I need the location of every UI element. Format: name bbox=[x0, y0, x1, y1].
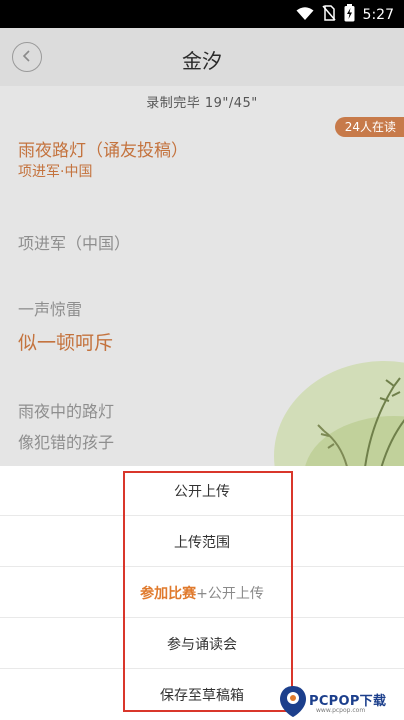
poem-line-current: 似一顿呵斥 bbox=[18, 332, 114, 354]
watermark-url: www.pcpop.com bbox=[316, 707, 366, 714]
status-time: 5:27 bbox=[362, 7, 394, 23]
option-label: 公开上传 bbox=[174, 483, 230, 500]
recording-status: 录制完毕 19"/45" bbox=[146, 96, 258, 111]
option-label-accent: 参加比赛 bbox=[140, 585, 197, 602]
option-label: 参与诵读会 bbox=[167, 636, 237, 653]
no-sim-icon bbox=[321, 5, 336, 25]
readers-badge: 24人在读 bbox=[334, 117, 404, 137]
upload-scope-option[interactable]: 上传范围 bbox=[0, 517, 404, 567]
status-bar: 5:27 bbox=[0, 0, 404, 28]
public-upload-option[interactable]: 公开上传 bbox=[0, 466, 404, 516]
wifi-icon bbox=[296, 6, 314, 25]
plant-illustration bbox=[274, 361, 404, 466]
battery-charging-icon bbox=[344, 4, 355, 26]
poem-title: 雨夜路灯（诵友投稿） bbox=[18, 141, 188, 161]
option-label: 上传范围 bbox=[174, 534, 230, 551]
poem-line: 项进军（中国） bbox=[18, 234, 131, 253]
poem-line: 像犯错的孩子 bbox=[18, 433, 115, 452]
option-label-rest: +公开上传 bbox=[196, 585, 264, 602]
poem-author: 项进军·中国 bbox=[18, 164, 93, 180]
option-label: 保存至草稿箱 bbox=[160, 688, 244, 704]
screen: 5:27 金汐 录制完毕 19"/45" 24人在读 雨夜路灯（诵友投稿） 项进… bbox=[0, 0, 404, 720]
pcpop-watermark: PCPOP下载 www.pcpop.com bbox=[276, 682, 404, 720]
pcpop-logo-icon bbox=[280, 686, 306, 717]
join-reading-event-option[interactable]: 参与诵读会 bbox=[0, 619, 404, 669]
reading-screen: 金汐 录制完毕 19"/45" 24人在读 雨夜路灯（诵友投稿） 项进军·中国 … bbox=[0, 28, 404, 466]
page-title: 金汐 bbox=[182, 49, 222, 73]
nav-bar: 金汐 bbox=[0, 28, 404, 86]
poem-line: 雨夜中的路灯 bbox=[18, 402, 115, 421]
join-contest-option[interactable]: 参加比赛 +公开上传 bbox=[0, 568, 404, 618]
poem-line: 一声惊雷 bbox=[18, 300, 83, 319]
